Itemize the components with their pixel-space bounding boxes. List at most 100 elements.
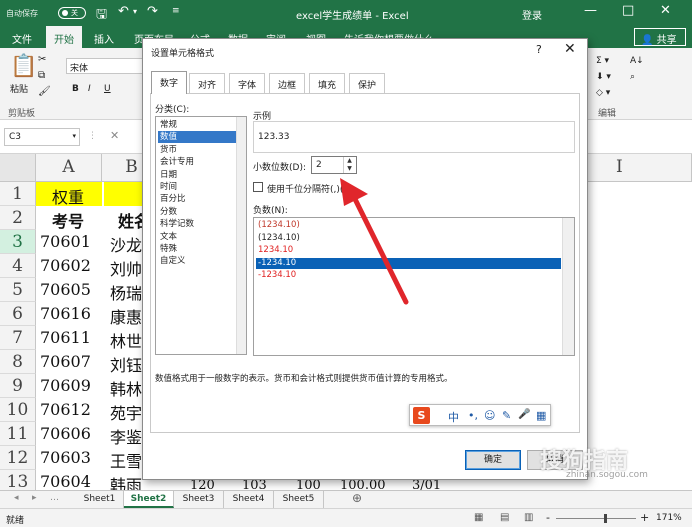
cell-b[interactable]: 王雪: [104, 446, 142, 470]
category-item[interactable]: 科学记数: [158, 218, 244, 230]
close-button[interactable]: ✕: [660, 3, 671, 18]
more-tabs-icon[interactable]: …: [50, 493, 59, 503]
zoom-slider[interactable]: [556, 518, 636, 519]
ime-handwriting-icon[interactable]: ✎: [502, 409, 511, 422]
negative-list-scrollbar[interactable]: [562, 218, 574, 355]
cell-a[interactable]: 70601: [36, 230, 102, 254]
copy-icon[interactable]: ⧉: [38, 70, 45, 81]
tab-protection[interactable]: 保护: [349, 73, 385, 93]
cell-b[interactable]: 刘钰: [104, 350, 142, 374]
fill-icon[interactable]: ⬇ ▾: [596, 72, 611, 82]
select-all-corner[interactable]: [0, 154, 36, 182]
row-header[interactable]: 6: [0, 302, 36, 326]
find-icon[interactable]: ⌕: [630, 72, 635, 82]
cell-b[interactable]: 沙龙: [104, 230, 142, 254]
cancel-entry-icon[interactable]: ✕: [110, 129, 119, 142]
normal-view-icon[interactable]: ▦: [474, 512, 483, 523]
tab-fill[interactable]: 填充: [309, 73, 345, 93]
redo-icon[interactable]: ↷: [147, 4, 158, 19]
customize-toolbar-icon[interactable]: ≡: [172, 6, 180, 16]
category-item[interactable]: 货币: [158, 144, 244, 156]
italic-button[interactable]: I: [88, 84, 91, 94]
add-sheet-icon[interactable]: ⊕: [352, 491, 362, 505]
zoom-in-button[interactable]: +: [640, 511, 649, 524]
ime-voice-icon[interactable]: 🎤: [518, 409, 530, 420]
row-header[interactable]: 7: [0, 326, 36, 350]
save-icon[interactable]: 🖫: [96, 5, 107, 27]
negative-format-option[interactable]: (1234.10): [256, 220, 561, 231]
page-layout-view-icon[interactable]: ▤: [500, 512, 509, 523]
undo-dropdown-icon[interactable]: ▾: [133, 7, 137, 16]
cell-a[interactable]: 70611: [36, 326, 102, 350]
sum-icon[interactable]: Σ ▾: [596, 56, 609, 66]
bold-button[interactable]: B: [72, 84, 79, 94]
scroll-tabs-left-icon[interactable]: ◂: [14, 493, 19, 503]
row-header[interactable]: 4: [0, 254, 36, 278]
share-button[interactable]: 👤 共享: [634, 28, 686, 46]
cell-a[interactable]: 考号: [36, 206, 102, 230]
ime-punctuation-icon[interactable]: •,: [468, 409, 478, 422]
sheet-tab-1[interactable]: Sheet1: [76, 491, 124, 508]
scroll-tabs-right-icon[interactable]: ▸: [32, 493, 37, 503]
negative-format-option[interactable]: 1234.10: [256, 245, 561, 256]
category-item[interactable]: 时间: [158, 181, 244, 193]
maximize-button[interactable]: □: [622, 3, 634, 18]
category-item[interactable]: 特殊: [158, 243, 244, 255]
dialog-close-button[interactable]: ✕: [564, 41, 576, 57]
ime-chinese-mode[interactable]: 中: [448, 409, 459, 425]
help-button[interactable]: ?: [536, 43, 542, 56]
cell-a[interactable]: 70607: [36, 350, 102, 374]
row-header[interactable]: 12: [0, 446, 36, 470]
row-header[interactable]: 9: [0, 374, 36, 398]
row-header[interactable]: 5: [0, 278, 36, 302]
clear-icon[interactable]: ◇ ▾: [596, 88, 610, 98]
tab-home[interactable]: 开始: [46, 26, 82, 48]
cell-b[interactable]: 康惠: [104, 302, 142, 326]
cell-a[interactable]: 70612: [36, 398, 102, 422]
spin-up-icon[interactable]: ▲: [347, 157, 352, 164]
negative-format-option[interactable]: (1234.10): [256, 233, 561, 244]
sheet-tab-3[interactable]: Sheet3: [174, 491, 224, 508]
cell-b[interactable]: 林世: [104, 326, 142, 350]
cell-b[interactable]: 杨瑞: [104, 278, 142, 302]
zoom-level[interactable]: 171%: [656, 513, 682, 523]
category-item[interactable]: 文本: [158, 231, 244, 243]
paste-label[interactable]: 粘贴: [10, 82, 28, 95]
ime-emoji-icon[interactable]: ☺: [484, 409, 495, 422]
zoom-out-button[interactable]: -: [546, 511, 550, 524]
category-item[interactable]: 日期: [158, 169, 244, 181]
row-header[interactable]: 11: [0, 422, 36, 446]
negative-format-option[interactable]: -1234.10: [256, 270, 561, 281]
tab-font[interactable]: 字体: [229, 73, 265, 93]
tab-border[interactable]: 边框: [269, 73, 305, 93]
minimize-button[interactable]: —: [584, 3, 597, 18]
ok-button[interactable]: 确定: [465, 450, 521, 470]
category-item[interactable]: 自定义: [158, 255, 244, 267]
spin-down-icon[interactable]: ▼: [347, 165, 352, 172]
zoom-slider-thumb[interactable]: [604, 514, 607, 523]
login-link[interactable]: 登录: [522, 7, 542, 22]
autosave-toggle[interactable]: 关: [58, 7, 86, 19]
category-list[interactable]: 常规 数值 货币 会计专用 日期 时间 百分比 分数 科学记数 文本 特殊 自定义: [155, 116, 247, 355]
format-painter-icon[interactable]: 🖌: [38, 86, 51, 97]
cell-a[interactable]: 70606: [36, 422, 102, 446]
thousands-separator-checkbox[interactable]: [253, 182, 263, 192]
ime-toolbar[interactable]: S 中 •, ☺ ✎ 🎤 ▦: [409, 404, 551, 426]
row-header[interactable]: 8: [0, 350, 36, 374]
cell-a[interactable]: 70616: [36, 302, 102, 326]
column-header-a[interactable]: A: [36, 154, 102, 182]
tab-alignment[interactable]: 对齐: [189, 73, 225, 93]
sheet-tab-4[interactable]: Sheet4: [224, 491, 274, 508]
tab-number[interactable]: 数字: [151, 71, 187, 94]
sheet-tab-2[interactable]: Sheet2: [124, 491, 174, 508]
cell-a[interactable]: 70609: [36, 374, 102, 398]
cell-b[interactable]: 韩林: [104, 374, 142, 398]
tab-file[interactable]: 文件: [12, 31, 32, 46]
category-item[interactable]: 分数: [158, 206, 244, 218]
category-item[interactable]: 常规: [158, 119, 244, 131]
font-name-input[interactable]: 宋体: [66, 58, 144, 74]
cell-a[interactable]: 70605: [36, 278, 102, 302]
category-item[interactable]: 会计专用: [158, 156, 244, 168]
row-header[interactable]: 1: [0, 182, 36, 206]
paste-icon[interactable]: 📋: [10, 54, 37, 79]
